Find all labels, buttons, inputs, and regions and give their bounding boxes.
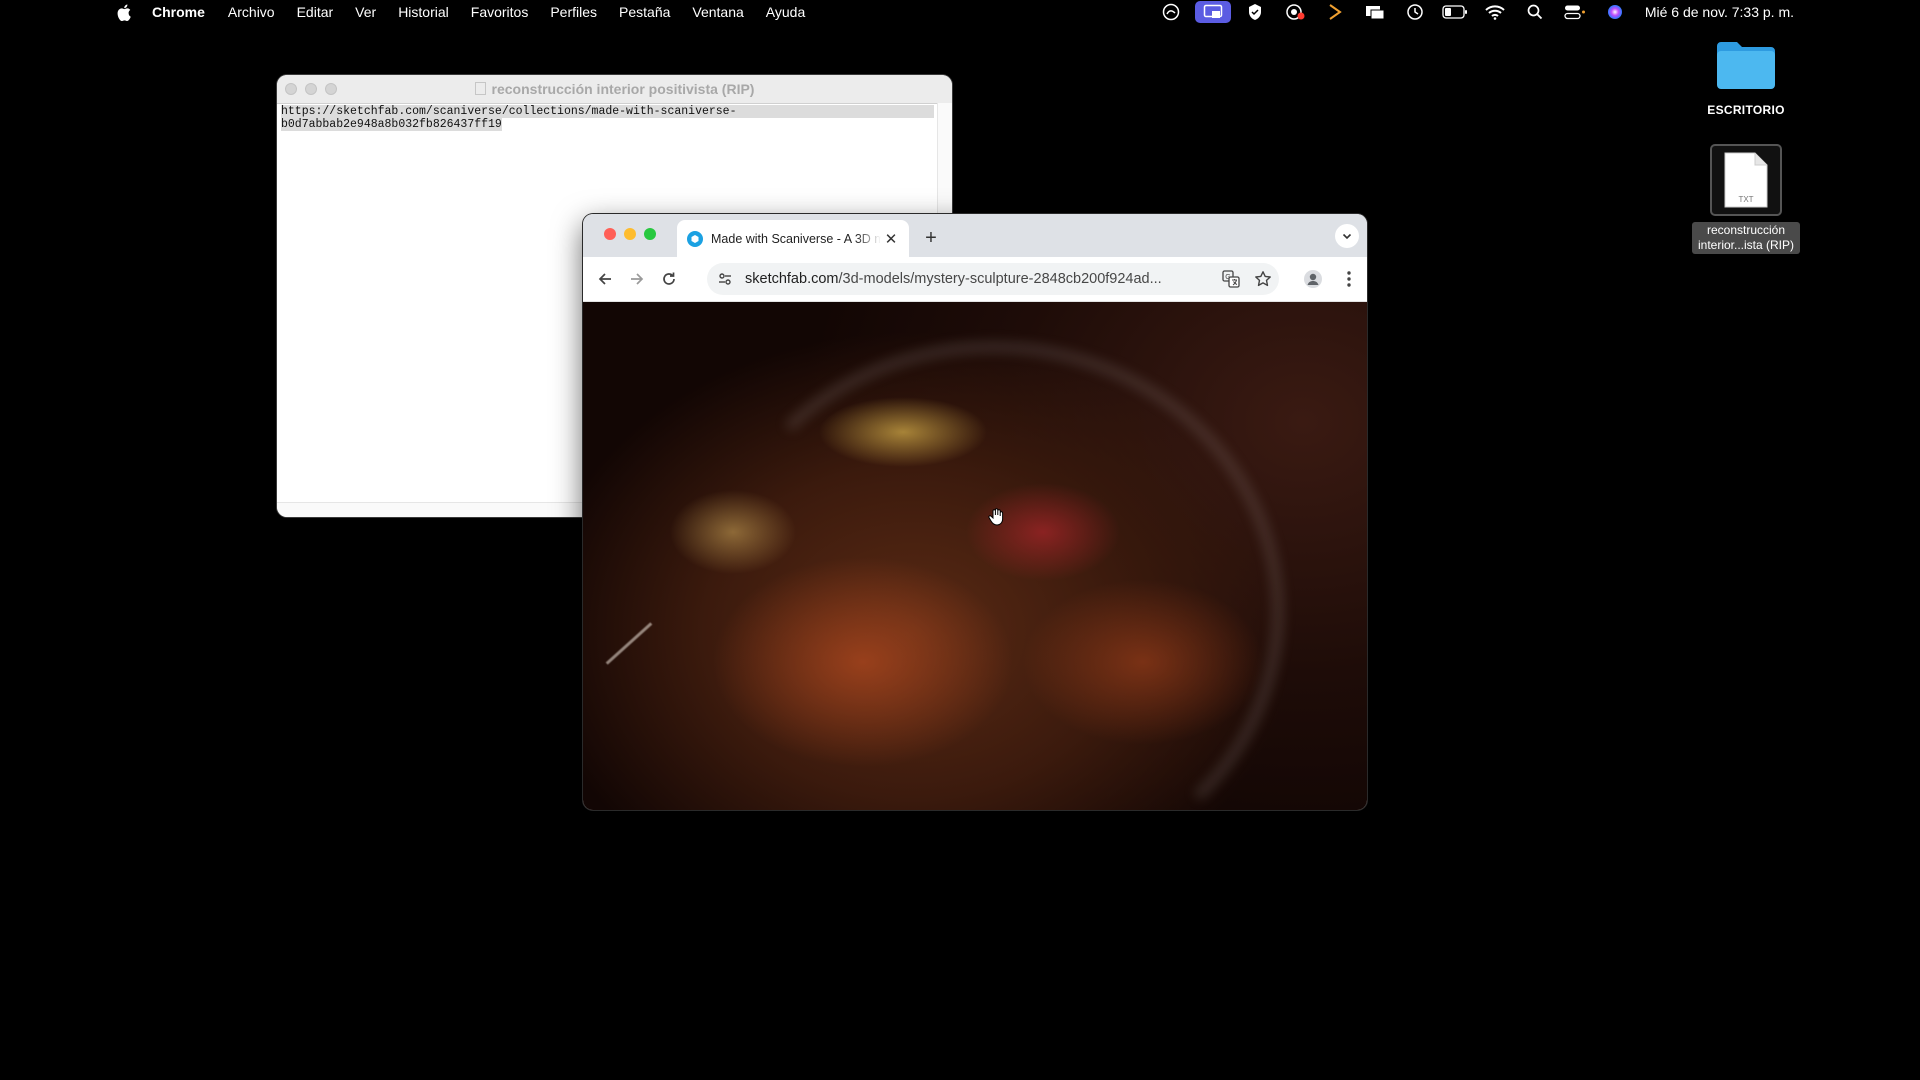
forward-button[interactable]	[621, 263, 653, 295]
menu-app-chrome[interactable]: Chrome	[132, 4, 217, 20]
reload-button[interactable]	[653, 263, 685, 295]
tab-strip: Made with Scaniverse - A 3D model collec…	[583, 214, 1367, 257]
tab-made-with-scaniverse[interactable]: Made with Scaniverse - A 3D model collec…	[677, 220, 909, 257]
translate-button[interactable]: G	[1215, 270, 1247, 288]
chrome-window[interactable]: Made with Scaniverse - A 3D model collec…	[583, 214, 1367, 810]
menu-historial[interactable]: Historial	[387, 4, 460, 20]
profile-button[interactable]	[1297, 263, 1329, 295]
folder-icon	[1714, 38, 1778, 95]
desktop-file-label: reconstrucción interior...ista (RIP)	[1691, 222, 1801, 254]
battery-icon[interactable]	[1435, 0, 1475, 24]
menu-bar: Chrome Archivo Editar Ver Historial Favo…	[0, 0, 1920, 24]
translate-icon: G	[1222, 270, 1240, 288]
new-tab-button[interactable]: +	[919, 226, 943, 250]
menu-archivo[interactable]: Archivo	[217, 4, 286, 20]
editor-window-title: reconstrucción interior positivista (RIP…	[277, 81, 952, 97]
apple-menu-icon[interactable]	[116, 3, 132, 21]
menu-ventana[interactable]: Ventana	[681, 4, 754, 20]
3d-model-viewer[interactable]	[583, 302, 1367, 810]
remote-desktop-icon[interactable]	[1194, 1, 1231, 23]
arrow-right-icon	[631, 273, 644, 285]
vpn-shield-icon[interactable]	[1235, 0, 1275, 24]
menu-perfiles[interactable]: Perfiles	[539, 4, 608, 20]
star-icon	[1255, 271, 1271, 287]
arrow-left-icon	[598, 273, 611, 285]
menu-ayuda[interactable]: Ayuda	[755, 4, 816, 20]
editor-text-line: b0d7abbab2e948a8b032fb826437ff19	[281, 118, 502, 131]
chrome-minimize-button[interactable]	[624, 228, 636, 240]
model-surface-streak	[605, 622, 653, 665]
wifi-icon[interactable]	[1475, 0, 1515, 24]
screen-record-icon[interactable]	[1275, 0, 1315, 24]
stack-icon[interactable]	[1315, 0, 1355, 24]
menu-favoritos[interactable]: Favoritos	[460, 4, 540, 20]
spotlight-search-icon[interactable]	[1515, 0, 1555, 24]
desktop-file-label-line1: reconstrucción	[1706, 223, 1786, 237]
tab-close-button[interactable]: ✕	[881, 229, 901, 249]
chevron-down-icon	[1342, 233, 1352, 240]
desktop-file-rip[interactable]: TXT reconstrucción interior...ista (RIP)	[1680, 144, 1812, 254]
editor-titlebar[interactable]: reconstrucción interior positivista (RIP…	[277, 75, 952, 104]
browser-toolbar: sketchfab.com/3d-models/mystery-sculptur…	[583, 257, 1367, 302]
address-bar-url[interactable]: sketchfab.com/3d-models/mystery-sculptur…	[745, 271, 1215, 287]
desktop-file-label-line2: interior...ista (RIP)	[1697, 238, 1795, 252]
display-icon[interactable]	[1355, 0, 1395, 24]
avatar-icon	[1304, 270, 1322, 288]
url-domain: sketchfab.com	[745, 271, 839, 287]
desktop-folder-escritorio[interactable]: ESCRITORIO	[1682, 38, 1810, 117]
site-info-icon[interactable]	[711, 271, 739, 287]
chrome-menu-button[interactable]	[1335, 263, 1363, 295]
status-area: Mié 6 de nov. 7:33 p. m.	[1151, 0, 1794, 24]
kebab-menu-icon	[1347, 271, 1351, 287]
hand-cursor-icon	[988, 508, 1004, 531]
menu-ver[interactable]: Ver	[344, 4, 387, 20]
model-rim-highlight	[703, 342, 1283, 810]
chrome-zoom-button[interactable]	[644, 228, 656, 240]
url-path: /3d-models/mystery-sculpture-2848cb200f9…	[838, 271, 1162, 287]
control-center-icon[interactable]	[1555, 0, 1595, 24]
editor-text-line: https://sketchfab.com/scaniverse/collect…	[281, 105, 934, 118]
document-icon	[474, 82, 486, 95]
reload-icon	[663, 272, 675, 285]
menu-clock[interactable]: Mié 6 de nov. 7:33 p. m.	[1645, 4, 1794, 20]
menu-editar[interactable]: Editar	[286, 4, 345, 20]
bookmark-star-button[interactable]	[1247, 270, 1279, 288]
sketchfab-favicon-icon	[687, 230, 703, 247]
siri-icon[interactable]	[1595, 0, 1635, 24]
chrome-close-button[interactable]	[604, 228, 616, 240]
tab-search-button[interactable]	[1335, 224, 1359, 248]
text-file-icon: TXT	[1710, 144, 1782, 216]
chrome-window-controls	[604, 228, 656, 240]
desktop-folder-label: ESCRITORIO	[1707, 103, 1785, 117]
back-button[interactable]	[589, 263, 621, 295]
address-bar[interactable]: sketchfab.com/3d-models/mystery-sculptur…	[707, 263, 1279, 295]
editor-title-text: reconstrucción interior positivista (RIP…	[491, 81, 755, 97]
screen-share-icon[interactable]	[1151, 0, 1191, 24]
menu-pestana[interactable]: Pestaña	[608, 4, 681, 20]
time-machine-icon[interactable]	[1395, 0, 1435, 24]
file-type-label: TXT	[1738, 195, 1753, 204]
tab-title: Made with Scaniverse - A 3D model collec…	[711, 231, 881, 246]
